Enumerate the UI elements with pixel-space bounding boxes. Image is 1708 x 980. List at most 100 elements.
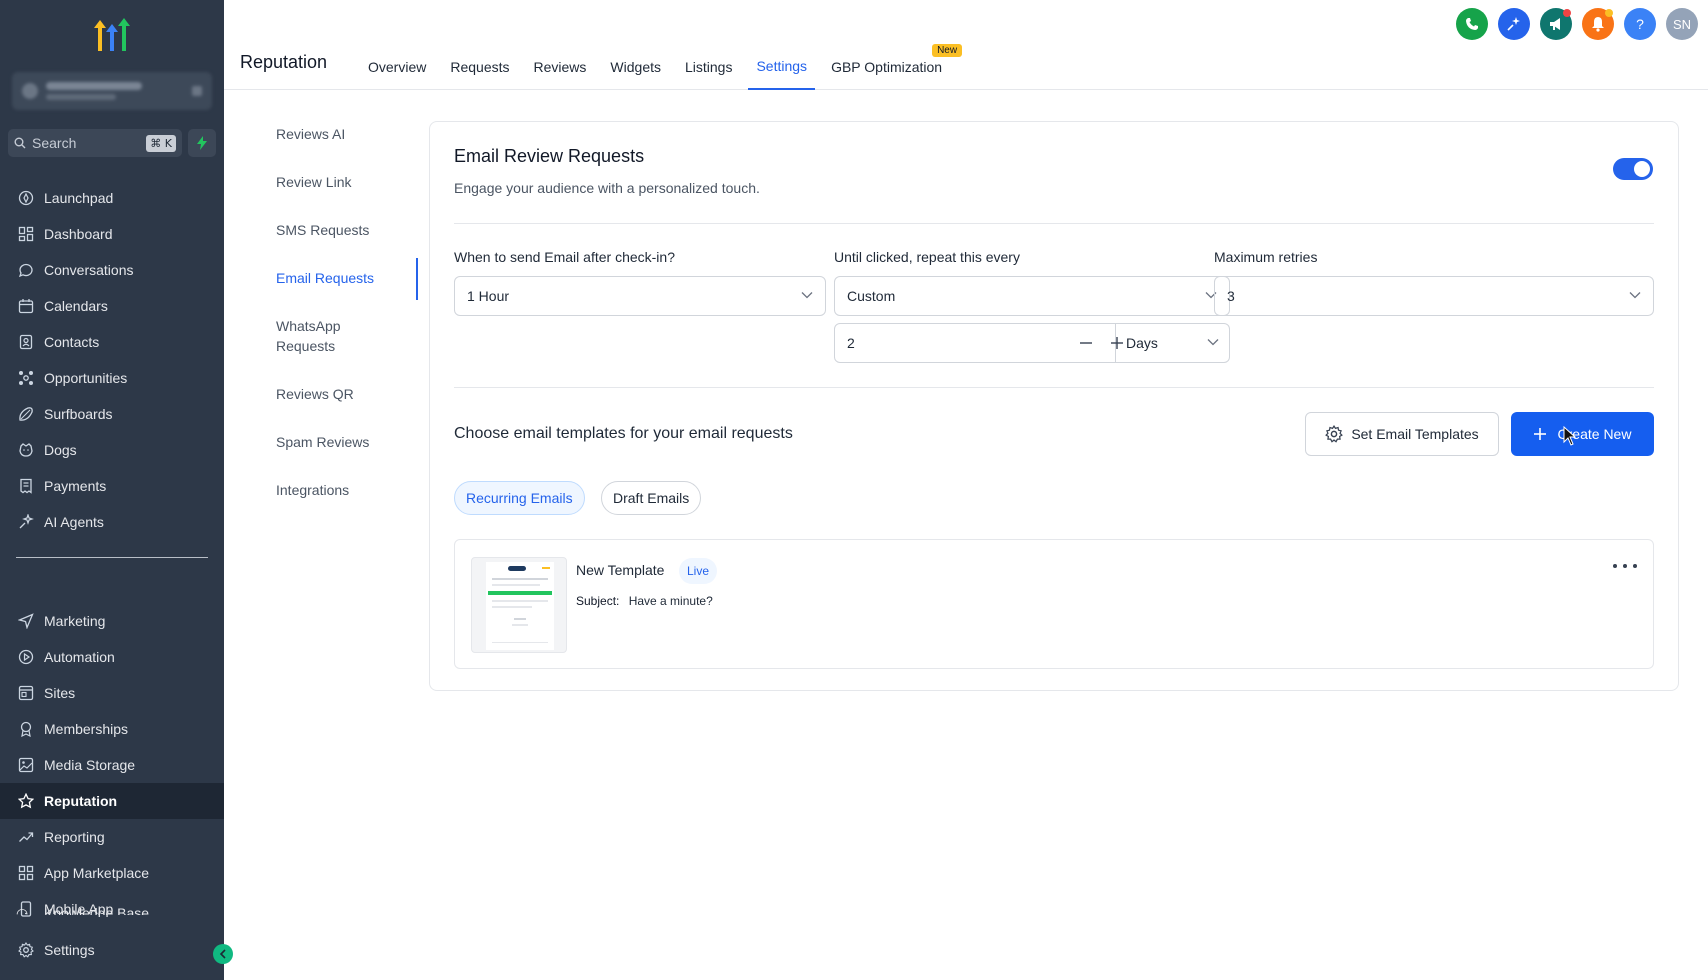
sidebar-item-label: App Marketplace [44,865,150,881]
search-placeholder: Search [32,135,77,151]
tab-recurring-emails[interactable]: Recurring Emails [454,481,585,515]
marketplace-icon [16,863,36,883]
tab-listings[interactable]: Listings [677,44,740,90]
tab-reviews[interactable]: Reviews [526,44,595,90]
ai-assistant-button[interactable] [1498,8,1530,40]
pill-label: Draft Emails [613,490,690,506]
sidebar-item-calendars[interactable]: Calendars [0,288,224,324]
template-name: New Template [576,562,665,578]
minus-icon [1080,342,1092,344]
chevron-down-icon [1207,339,1219,346]
subnav-review-link[interactable]: Review Link [260,164,412,200]
account-switcher[interactable] [12,72,212,110]
repeat-select[interactable]: Custom [834,276,1230,316]
avatar[interactable]: SN [1666,8,1698,40]
megaphone-icon [1550,18,1560,30]
sidebar-divider [16,557,208,558]
tab-requests[interactable]: Requests [442,44,517,90]
sidebar-item-settings[interactable]: Settings [0,932,224,968]
template-row[interactable]: New Template Live Subject: Have a minute… [454,539,1654,669]
sidebar-item-dogs[interactable]: Dogs [0,432,224,468]
tab-label: Requests [450,59,510,75]
sidebar-item-label: Conversations [44,262,134,278]
new-badge: New [932,44,963,57]
phone-icon [1466,18,1478,30]
sidebar-item-dashboard[interactable]: Dashboard [0,216,224,252]
quick-actions-button[interactable] [188,129,216,157]
media-icon [16,755,36,775]
subnav-whatsapp-requests[interactable]: WhatsApp Requests [260,308,370,364]
set-email-templates-button[interactable]: Set Email Templates [1305,412,1499,456]
sidebar-item-label: Settings [44,942,95,958]
sidebar-item-label: Calendars [44,298,108,314]
sidebar-item-sites[interactable]: Sites [0,675,224,711]
collapse-sidebar-button[interactable] [213,944,233,964]
sidebar-item-automation[interactable]: Automation [0,639,224,675]
tab-draft-emails[interactable]: Draft Emails [601,481,702,515]
sidebar-item-contacts[interactable]: Contacts [0,324,224,360]
template-preview [486,562,554,650]
payments-icon [16,476,36,496]
sidebar-item-surfboards[interactable]: Surfboards [0,396,224,432]
notifications-button[interactable] [1582,8,1614,40]
sidebar-item-label: Sites [44,685,76,701]
tab-bar: Overview Requests Reviews Widgets Listin… [356,44,963,90]
announcements-button[interactable] [1540,8,1572,40]
subnav-reviews-ai[interactable]: Reviews AI [260,116,412,152]
sidebar-item-label: Reporting [44,829,105,845]
interval-stepper[interactable]: 2 [834,323,1116,363]
phone-button[interactable] [1456,8,1488,40]
retries-select[interactable]: 3 [1214,276,1654,316]
when-value: 1 Hour [467,288,510,304]
tab-overview[interactable]: Overview [360,44,434,90]
sidebar-item-reputation[interactable]: Reputation [0,783,224,819]
tab-gbp-optimization[interactable]: GBP Optimization New [823,44,963,90]
subject-label: Subject: [576,594,620,608]
subnav-integrations[interactable]: Integrations [260,472,412,508]
sidebar-item-media-storage[interactable]: Media Storage [0,747,224,783]
divider [454,387,1654,388]
create-new-button[interactable]: Create New [1511,412,1654,456]
sidebar-item-opportunities[interactable]: Opportunities [0,360,224,396]
sidebar-item-partial[interactable]: ◠ Knowledge Base [16,905,196,915]
tab-widgets[interactable]: Widgets [602,44,669,90]
sparkle-icon [1507,17,1520,31]
decrement-button[interactable] [1076,333,1096,353]
repeat-value: Custom [847,288,896,304]
sidebar-item-marketing[interactable]: Marketing [0,603,224,639]
sites-icon [16,683,36,703]
tab-settings[interactable]: Settings [748,44,816,90]
sidebar-item-payments[interactable]: Payments [0,468,224,504]
subnav-sms-requests[interactable]: SMS Requests [260,212,412,248]
tab-label: GBP Optimization [831,59,943,75]
sidebar-item-reporting[interactable]: Reporting [0,819,224,855]
status-badge: Live [679,558,718,584]
sidebar-item-conversations[interactable]: Conversations [0,252,224,288]
tab-label: Reviews [533,59,587,75]
set-email-templates-label: Set Email Templates [1351,426,1479,442]
repeat-label: Until clicked, repeat this every [834,249,1020,265]
help-button[interactable]: ? [1624,8,1656,40]
subnav-email-requests[interactable]: Email Requests [260,258,418,300]
knowledge-base-icon: ◠ [16,905,29,915]
sidebar-item-memberships[interactable]: Memberships [0,711,224,747]
interval-unit-select[interactable]: Days [1116,323,1230,363]
dot [1633,564,1637,568]
surfboard-icon [16,404,36,424]
reporting-icon [16,827,36,847]
interval-value: 2 [847,335,855,351]
interval-unit: Days [1126,335,1158,351]
enable-toggle[interactable] [1613,158,1653,180]
when-select[interactable]: 1 Hour [454,276,826,316]
search-bar[interactable]: Search ⌘ K [8,129,182,157]
templates-section-title: Choose email templates for your email re… [454,425,793,442]
more-options-button[interactable] [1613,558,1637,574]
sidebar-item-app-marketplace[interactable]: App Marketplace [0,855,224,891]
app-logo[interactable] [88,16,136,56]
subnav-spam-reviews[interactable]: Spam Reviews [260,424,412,460]
subnav-reviews-qr[interactable]: Reviews QR [260,376,412,412]
sidebar-item-ai-agents[interactable]: AI Agents [0,504,224,540]
card-subtitle: Engage your audience with a personalized… [454,180,760,196]
template-thumbnail[interactable] [471,557,567,653]
sidebar-item-launchpad[interactable]: Launchpad [0,180,224,216]
